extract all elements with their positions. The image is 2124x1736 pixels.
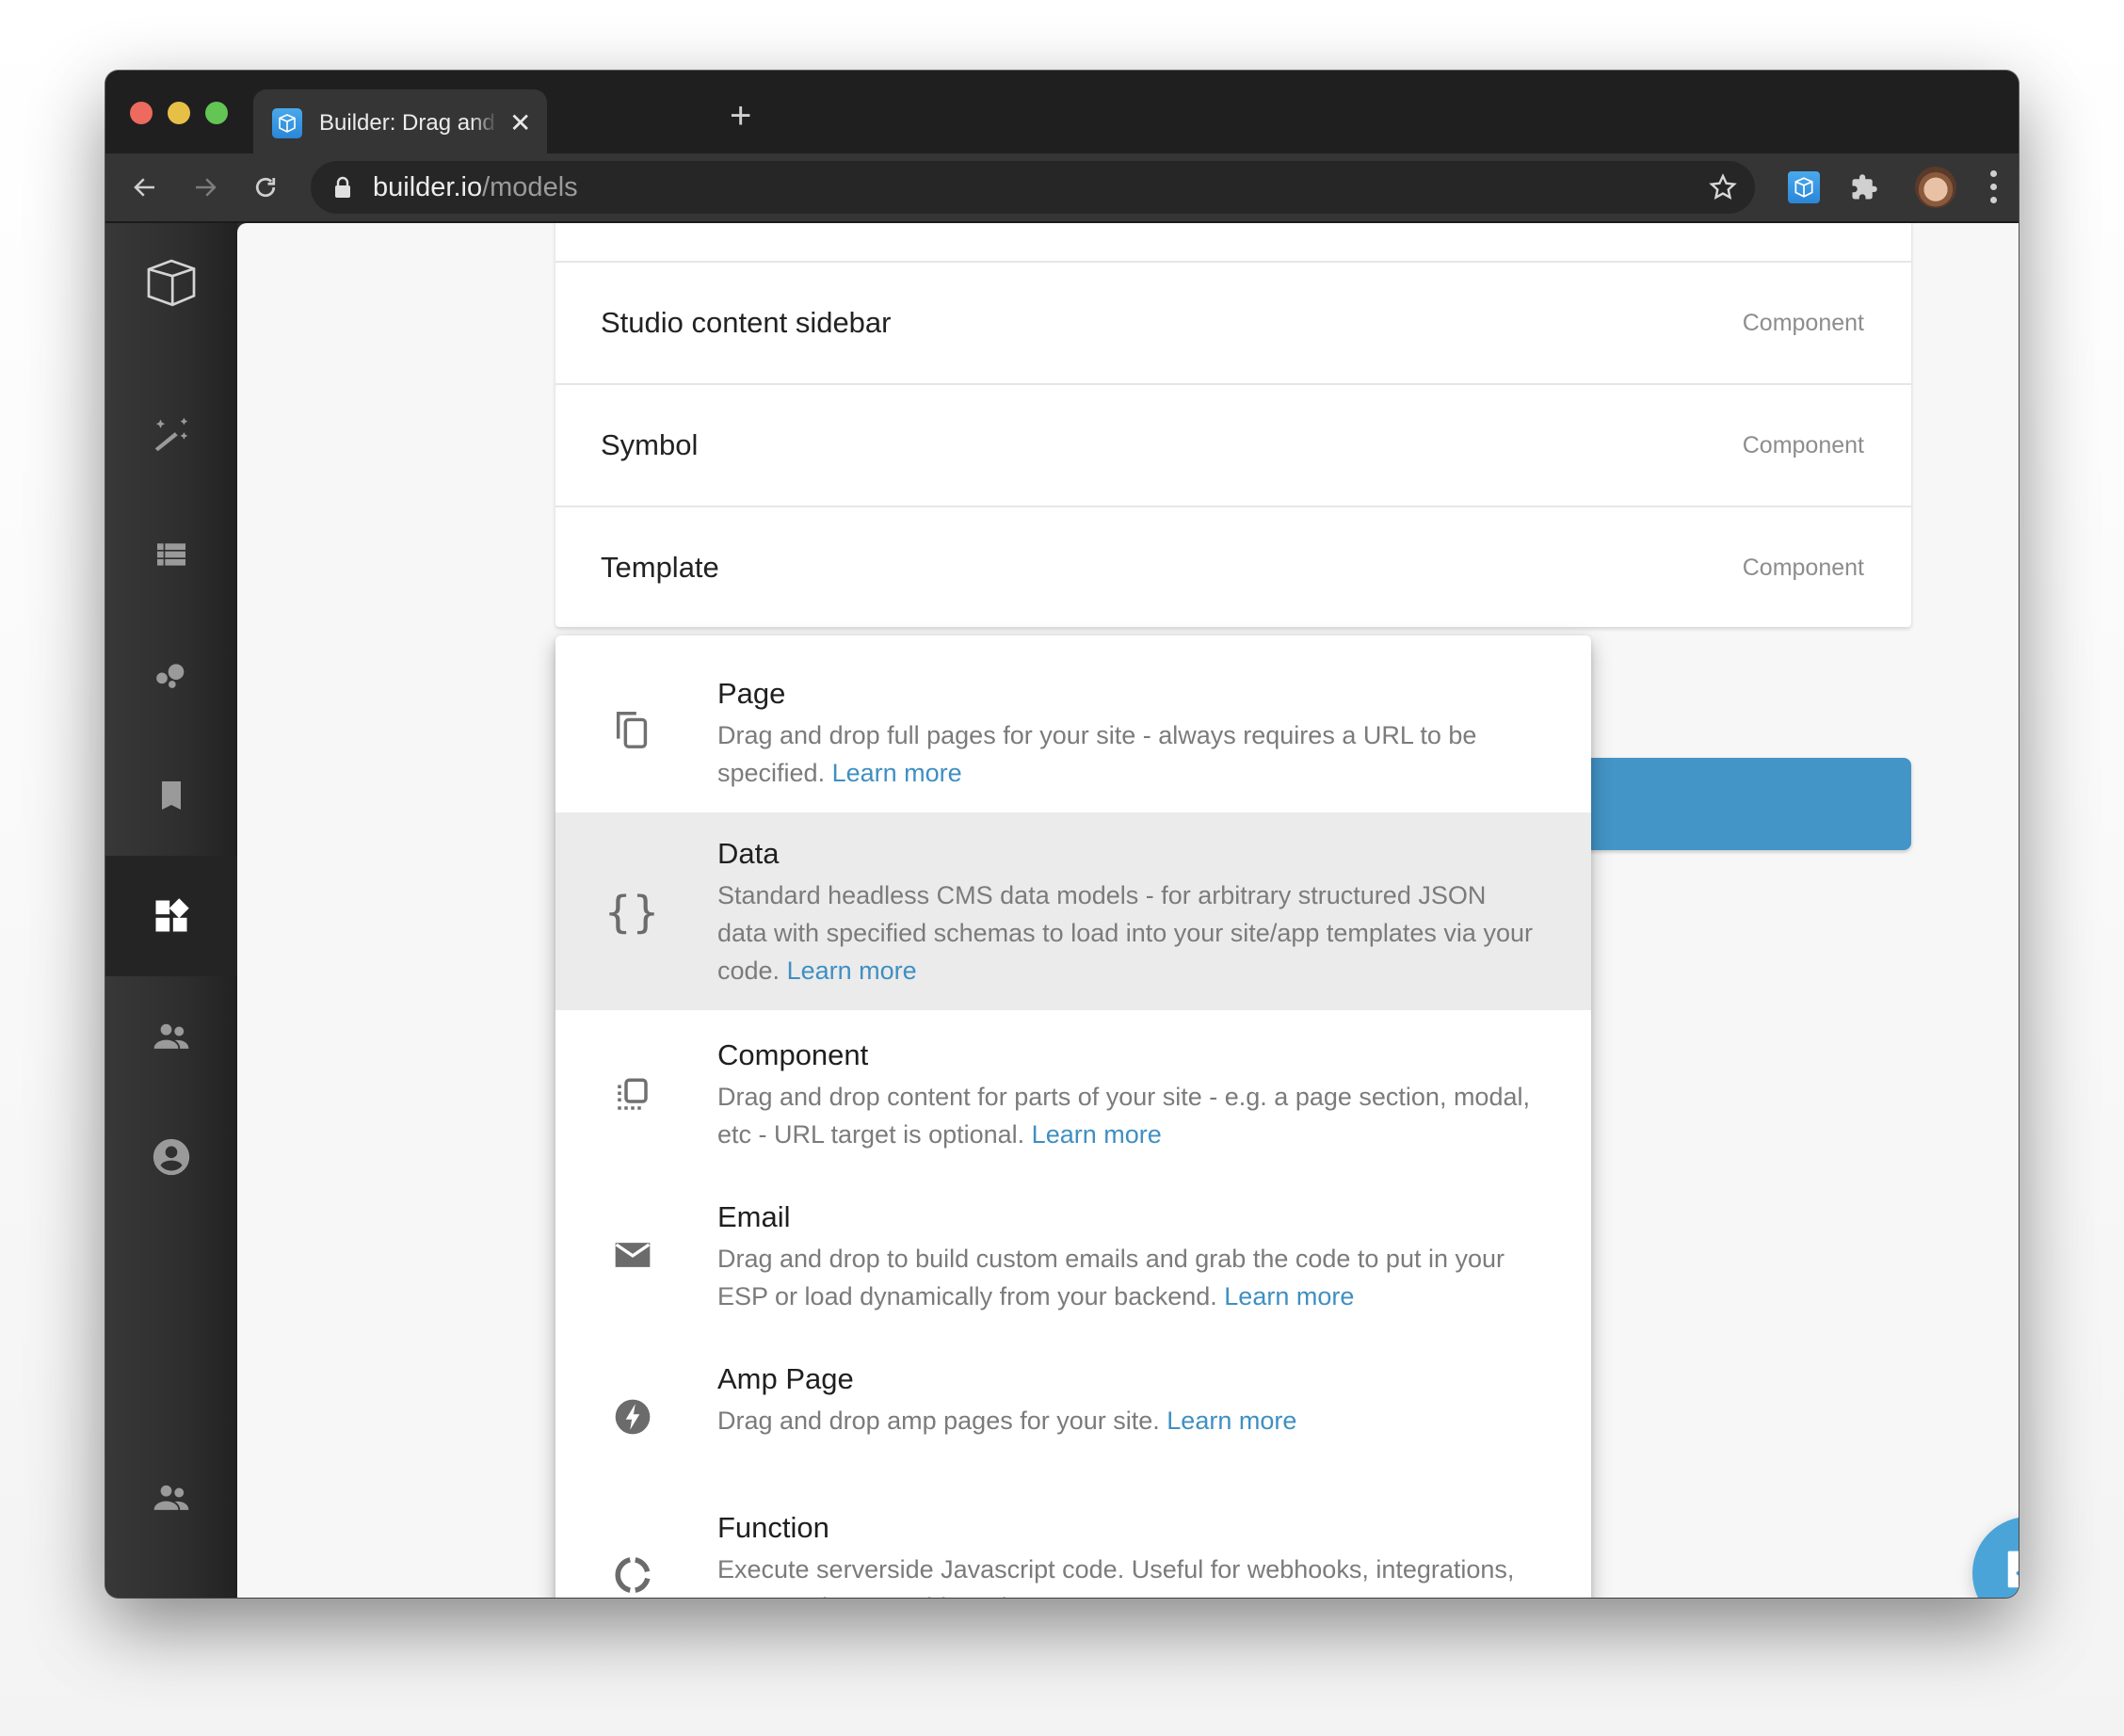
maximize-window-button[interactable] (205, 102, 228, 124)
close-tab-icon[interactable]: ✕ (509, 106, 531, 140)
models-list: Studio content sidebar Component Symbol … (555, 223, 1911, 627)
model-type-menu: Page Drag and drop full pages for your s… (555, 635, 1591, 1598)
description-text: Drag and drop to build custom emails and… (717, 1245, 1504, 1310)
model-row[interactable]: Template Component (555, 506, 1911, 629)
learn-more-link[interactable]: Learn more (1167, 1406, 1296, 1435)
builder-cube-icon (1788, 171, 1820, 203)
option-description: Drag and drop full pages for your site -… (717, 716, 1537, 792)
url-host: builder.io (373, 172, 483, 202)
magic-wand-icon (154, 417, 188, 452)
option-description: Drag and drop amp pages for your site. L… (717, 1402, 1537, 1439)
option-description: Drag and drop content for parts of your … (717, 1078, 1537, 1153)
tab-title: Builder: Drag and Drop Page Builder (319, 110, 498, 136)
account-circle-icon (153, 1138, 190, 1176)
tab-bar: Builder: Drag and Drop Page Builder ✕ + (105, 71, 2019, 153)
menu-option-email[interactable]: Email Drag and drop to build custom emai… (555, 1172, 1591, 1334)
model-name: Studio content sidebar (601, 306, 892, 339)
browser-toolbar: builder.io/models (105, 153, 2019, 223)
sidebar-item-content-list[interactable] (105, 494, 237, 615)
builder-favicon-icon (272, 108, 302, 138)
learn-more-link[interactable]: Learn more (832, 759, 962, 787)
extensions-button[interactable] (1843, 167, 1885, 208)
lock-icon (335, 176, 350, 198)
people-icon (153, 1485, 189, 1510)
email-icon (610, 1232, 655, 1278)
back-button[interactable] (126, 169, 164, 206)
arrow-left-icon (134, 178, 154, 197)
model-name: Template (601, 551, 719, 584)
model-name: Symbol (601, 428, 699, 461)
copy-pages-icon (610, 707, 655, 752)
option-title: Component (717, 1038, 869, 1071)
option-description: Execute serverside Javascript code. Usef… (717, 1551, 1537, 1598)
builder-extension-button[interactable] (1783, 167, 1825, 208)
component-select-icon (610, 1072, 655, 1117)
close-window-button[interactable] (130, 102, 153, 124)
sidebar-item-logo[interactable] (105, 223, 237, 344)
learn-more-link[interactable]: Learn more (1055, 1593, 1185, 1598)
menu-option-function[interactable]: Function Execute serverside Javascript c… (555, 1483, 1591, 1598)
option-description: Standard headless CMS data models - for … (717, 876, 1537, 989)
option-title: Data (717, 837, 780, 870)
reload-icon (255, 177, 276, 198)
menu-option-page[interactable]: Page Drag and drop full pages for your s… (555, 635, 1591, 812)
sidebar-item-content[interactable] (105, 374, 237, 494)
list-icon (157, 543, 185, 566)
sidebar-item-insights[interactable] (105, 615, 237, 735)
description-text: Drag and drop amp pages for your site. (717, 1406, 1160, 1435)
browser-window: Builder: Drag and Drop Page Builder ✕ + … (105, 71, 2019, 1598)
learn-more-link[interactable]: Learn more (787, 956, 917, 985)
sidebar (105, 223, 237, 1598)
chat-smile-icon (2007, 1551, 2019, 1588)
sidebar-item-symbols[interactable] (105, 735, 237, 856)
reload-button[interactable] (247, 169, 284, 206)
option-title: Page (717, 677, 786, 710)
curly-braces-icon: {} (604, 887, 661, 938)
bolt-circle-icon (610, 1394, 655, 1439)
menu-option-component[interactable]: Component Drag and drop content for part… (555, 1010, 1591, 1172)
model-type: Component (1742, 310, 1864, 336)
model-type: Component (1742, 555, 1864, 581)
puzzle-icon (1852, 174, 1877, 200)
option-title: Amp Page (717, 1362, 854, 1395)
function-ring-icon (610, 1552, 655, 1598)
people-icon (153, 1023, 189, 1049)
sidebar-item-organization[interactable] (105, 1438, 237, 1558)
model-row[interactable]: Symbol Component (555, 383, 1911, 506)
chat-widget-button[interactable] (1972, 1517, 2019, 1598)
model-type: Component (1742, 432, 1864, 458)
description-text: Execute serverside Javascript code. Usef… (717, 1555, 1515, 1598)
widgets-icon (155, 898, 189, 932)
avatar[interactable] (1915, 167, 1956, 208)
menu-option-amp-page[interactable]: Amp Page Drag and drop amp pages for you… (555, 1334, 1591, 1483)
option-title: Function (717, 1511, 829, 1544)
new-tab-button[interactable]: + (730, 97, 751, 135)
bubbles-icon (156, 664, 185, 688)
menu-option-data[interactable]: {} Data Standard headless CMS data model… (555, 812, 1591, 1010)
sidebar-item-team[interactable] (105, 976, 237, 1097)
learn-more-link[interactable]: Learn more (1224, 1282, 1354, 1310)
learn-more-link[interactable]: Learn more (1032, 1120, 1162, 1149)
url-text[interactable]: builder.io/models (373, 172, 578, 202)
sidebar-item-account[interactable] (105, 1097, 237, 1217)
kebab-menu-icon[interactable] (1979, 167, 2007, 208)
cube-logo-icon (147, 259, 196, 307)
bookmark-icon (162, 781, 181, 810)
url-path: /models (482, 172, 578, 202)
option-title: Email (717, 1200, 791, 1233)
model-row[interactable]: Studio content sidebar Component (555, 261, 1911, 384)
star-icon[interactable] (1708, 172, 1738, 202)
sidebar-item-models[interactable] (105, 856, 237, 976)
address-bar[interactable]: builder.io/models (311, 161, 1755, 214)
arrow-right-icon (196, 178, 217, 197)
main-content: Studio content sidebar Component Symbol … (237, 223, 2019, 1598)
forward-button[interactable] (186, 169, 224, 206)
minimize-window-button[interactable] (168, 102, 190, 124)
browser-tab[interactable]: Builder: Drag and Drop Page Builder ✕ (253, 89, 547, 153)
option-description: Drag and drop to build custom emails and… (717, 1240, 1537, 1315)
